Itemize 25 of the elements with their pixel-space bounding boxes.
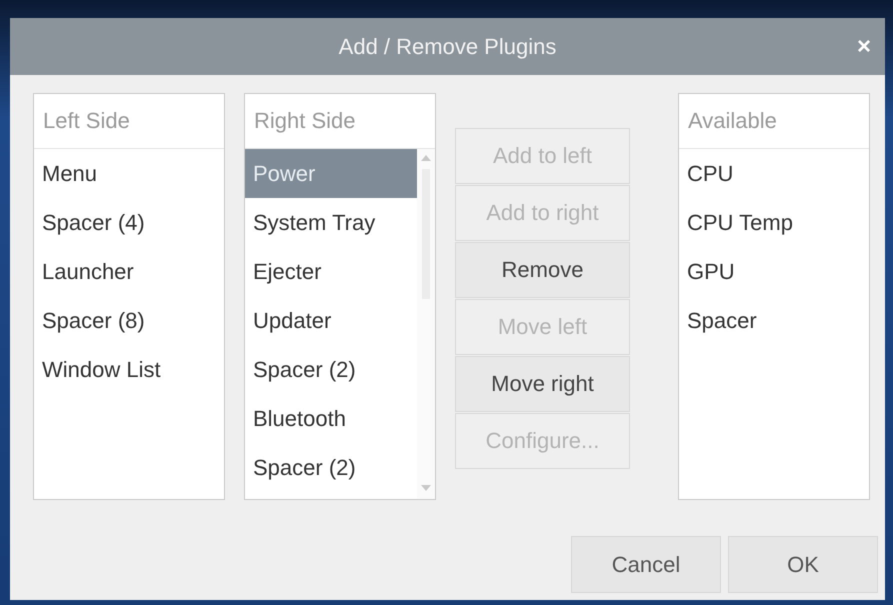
list-item[interactable]: Bluetooth	[245, 394, 417, 443]
list-item[interactable]: Updater	[245, 296, 417, 345]
list-item[interactable]: Window List	[34, 345, 224, 394]
scrollbar[interactable]	[417, 149, 435, 499]
action-button[interactable]: Move right	[455, 356, 630, 412]
window-title: Add / Remove Plugins	[338, 34, 556, 60]
list-item[interactable]: CPU Temp	[679, 198, 869, 247]
cancel-button[interactable]: Cancel	[571, 536, 721, 593]
list-header: Available	[679, 94, 869, 149]
list-item[interactable]: Launcher	[34, 247, 224, 296]
ok-button[interactable]: OK	[728, 536, 878, 593]
list-item[interactable]: Spacer	[679, 296, 869, 345]
list-item[interactable]: Spacer (8)	[34, 296, 224, 345]
action-button[interactable]: Remove	[455, 242, 630, 298]
list-item[interactable]: Spacer (2)	[245, 345, 417, 394]
list-item[interactable]: Spacer (2)	[245, 443, 417, 492]
list-item[interactable]: Ejecter	[245, 247, 417, 296]
list-item[interactable]: CPU	[679, 149, 869, 198]
list-item[interactable]: GPU	[679, 247, 869, 296]
list-item[interactable]: Spacer (4)	[34, 198, 224, 247]
list-item[interactable]: Menu	[34, 149, 224, 198]
scroll-down-icon[interactable]	[421, 485, 431, 491]
scroll-up-icon[interactable]	[421, 155, 431, 161]
list-header: Left Side	[34, 94, 224, 149]
list-item[interactable]: System Tray	[245, 198, 417, 247]
